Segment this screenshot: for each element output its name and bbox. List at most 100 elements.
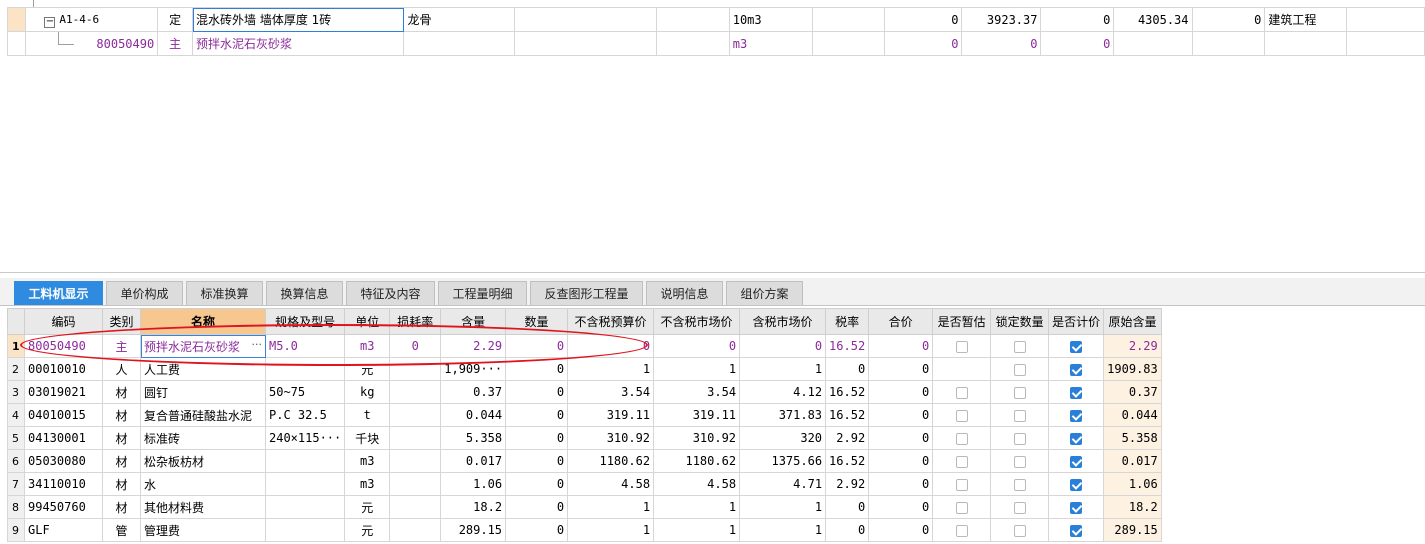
item-feature[interactable]: [403, 31, 516, 56]
cell-original-content[interactable]: 1909.83: [1103, 357, 1162, 381]
checked-checkbox[interactable]: [1070, 386, 1083, 399]
item-name[interactable]: 混水砖外墙 墙体厚度 1砖: [192, 7, 405, 32]
item-value[interactable]: 0: [884, 7, 963, 32]
cell-tax-rate[interactable]: 16.52: [825, 380, 870, 404]
cell-lock-quantity[interactable]: [990, 357, 1050, 381]
item-value[interactable]: 0: [1040, 31, 1115, 56]
table-row[interactable]: 1 80050490 主 ··· 预拌水泥石灰砂浆 M5.0 m3 0 2.29 0 0 0 0 16.5…: [7, 334, 1162, 358]
column-header-content[interactable]: 含量: [440, 308, 507, 335]
item-name[interactable]: 预拌水泥石灰砂浆: [192, 31, 405, 56]
cell-lock-quantity[interactable]: [990, 334, 1050, 358]
checked-checkbox[interactable]: [1070, 524, 1083, 537]
table-row[interactable]: 5 04130001 材 标准砖 240×115··· 千块 5.358 0 310.92 310…: [7, 426, 1162, 450]
unchecked-checkbox[interactable]: [1013, 409, 1026, 422]
cell-name[interactable]: 管理费: [140, 518, 266, 542]
cell-type[interactable]: 管: [102, 518, 141, 542]
column-header-total[interactable]: 合价: [868, 308, 934, 335]
cell-total[interactable]: 0: [868, 472, 934, 496]
cell-unit[interactable]: 元: [344, 518, 391, 542]
cell-market-price[interactable]: 1: [653, 495, 741, 519]
unchecked-checkbox[interactable]: [1013, 524, 1026, 537]
checked-checkbox[interactable]: [1070, 501, 1083, 514]
collapse-icon[interactable]: −: [44, 16, 56, 28]
cell-code[interactable]: 34110010: [24, 472, 103, 496]
column-header-original-content[interactable]: 原始含量: [1103, 308, 1162, 335]
cell-market-price[interactable]: 1: [653, 357, 741, 381]
column-header-spec[interactable]: 规格及型号: [264, 308, 346, 335]
cell-count-price[interactable]: [1048, 472, 1105, 496]
cell-type[interactable]: 材: [102, 495, 141, 519]
cell-unit[interactable]: m3: [344, 449, 391, 473]
cell-total[interactable]: 0: [868, 357, 934, 381]
checked-checkbox[interactable]: [1070, 455, 1083, 468]
column-header-tax-rate[interactable]: 税率: [825, 308, 870, 335]
cell-quantity[interactable]: 0: [505, 357, 569, 381]
cell-market-price-tax[interactable]: 0: [739, 334, 827, 358]
unchecked-checkbox[interactable]: [1013, 455, 1026, 468]
cell-name[interactable]: 水: [140, 472, 266, 496]
cell-lock-quantity[interactable]: [990, 495, 1050, 519]
column-header-market-price-tax[interactable]: 含税市场价: [739, 308, 827, 335]
cell-type[interactable]: 材: [102, 380, 141, 404]
cell-content[interactable]: 289.15: [440, 518, 507, 542]
tab-features-content[interactable]: 特征及内容: [346, 281, 435, 305]
cell-name[interactable]: 其他材料费: [140, 495, 266, 519]
item-value[interactable]: 0: [961, 31, 1042, 56]
cell-tax-rate[interactable]: 16.52: [825, 403, 870, 427]
cell-count-price[interactable]: [1048, 426, 1105, 450]
column-header-lock-quantity[interactable]: 锁定数量: [990, 308, 1050, 335]
tab-labor-material-machine[interactable]: 工料机显示: [14, 281, 103, 305]
column-header-provisional[interactable]: 是否暂估: [932, 308, 992, 335]
cell-provisional[interactable]: [932, 426, 992, 450]
cell-market-price[interactable]: 1: [653, 518, 741, 542]
cell-count-price[interactable]: [1048, 403, 1105, 427]
cell-code[interactable]: GLF: [24, 518, 103, 542]
cell-quantity[interactable]: 0: [505, 403, 569, 427]
cell-loss-rate[interactable]: [389, 380, 442, 404]
table-row[interactable]: 3 03019021 材 圆钉 50~75 kg 0.37 0 3.54 3.54 4.12 16.5…: [7, 380, 1162, 404]
cell-unit[interactable]: 元: [344, 357, 391, 381]
column-header-count-price[interactable]: 是否计价: [1048, 308, 1105, 335]
cell-spec[interactable]: [264, 449, 346, 473]
row-index[interactable]: 7: [7, 472, 25, 496]
cell-quantity[interactable]: 0: [505, 426, 569, 450]
cell-provisional[interactable]: [932, 403, 992, 427]
table-row[interactable]: 9 GLF 管 管理费 元 289.15 0 1 1 1 0 0 289.15: [7, 518, 1162, 542]
checked-checkbox[interactable]: [1070, 432, 1083, 445]
tab-quantity-details[interactable]: 工程量明细: [438, 281, 527, 305]
cell-total[interactable]: 0: [868, 495, 934, 519]
cell-type[interactable]: 材: [102, 472, 141, 496]
cell-content[interactable]: 0.37: [440, 380, 507, 404]
cell-budget-price[interactable]: 3.54: [567, 380, 655, 404]
tab-reverse-graphic-quantity[interactable]: 反查图形工程量: [530, 281, 643, 305]
item-type[interactable]: 主: [157, 31, 194, 56]
cell-type[interactable]: 材: [102, 449, 141, 473]
cell-code[interactable]: 99450760: [24, 495, 103, 519]
unchecked-checkbox[interactable]: [955, 386, 968, 399]
row-indicator[interactable]: [6, 7, 27, 32]
cell-original-content[interactable]: 289.15: [1103, 518, 1162, 542]
cell-market-price-tax[interactable]: 4.71: [739, 472, 827, 496]
cell-tax-rate[interactable]: 2.92: [825, 426, 870, 450]
item-profession[interactable]: [1264, 31, 1347, 56]
cell-market-price-tax[interactable]: 1: [739, 518, 827, 542]
cell-total[interactable]: 0: [868, 426, 934, 450]
tab-conversion-info[interactable]: 换算信息: [266, 281, 343, 305]
item-value[interactable]: 0: [884, 31, 963, 56]
row-index[interactable]: 9: [7, 518, 25, 542]
unchecked-checkbox[interactable]: [1013, 432, 1026, 445]
cell-provisional[interactable]: [932, 472, 992, 496]
cell-original-content[interactable]: 0.044: [1103, 403, 1162, 427]
cell-market-price-tax[interactable]: 1: [739, 357, 827, 381]
cell-loss-rate[interactable]: [389, 518, 442, 542]
tab-unit-price-composition[interactable]: 单价构成: [106, 281, 183, 305]
item-value[interactable]: 0: [1191, 7, 1266, 32]
cell-quantity[interactable]: 0: [505, 518, 569, 542]
item-profession[interactable]: 建筑工程: [1264, 7, 1347, 32]
cell-quantity[interactable]: 0: [505, 380, 569, 404]
cell-unit[interactable]: 元: [344, 495, 391, 519]
unchecked-checkbox[interactable]: [955, 501, 968, 514]
tab-standard-conversion[interactable]: 标准换算: [186, 281, 263, 305]
cell-market-price-tax[interactable]: 4.12: [739, 380, 827, 404]
row-index[interactable]: 2: [7, 357, 25, 381]
